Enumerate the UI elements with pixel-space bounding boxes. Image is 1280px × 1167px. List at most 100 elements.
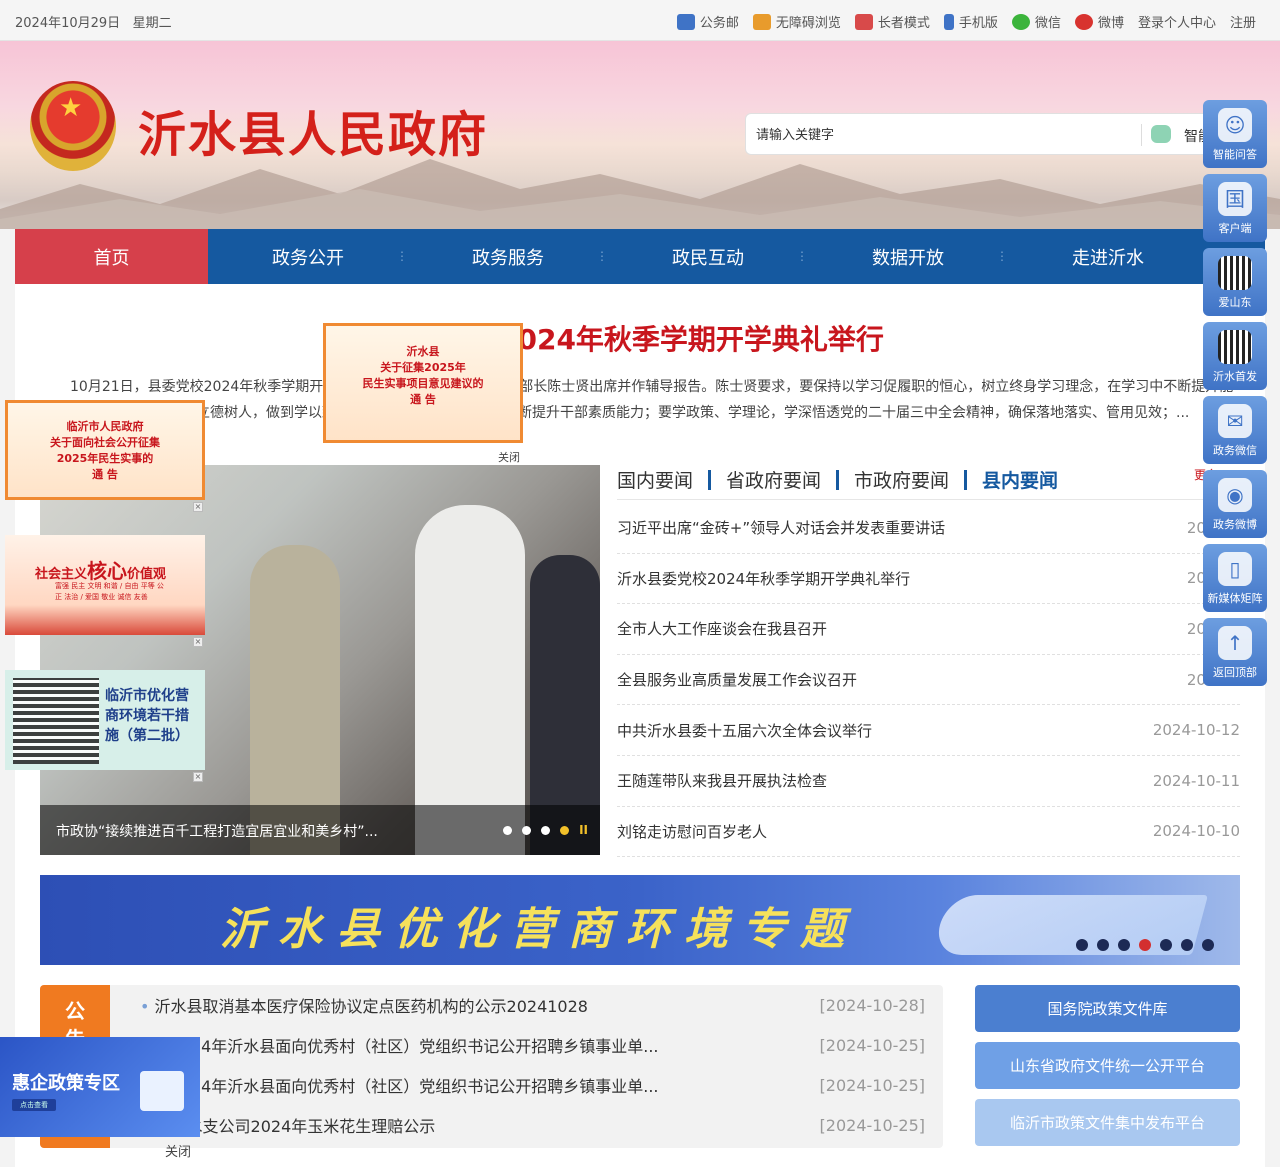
top-links: 公务邮 无障碍浏览 长者模式 手机版 微信 微博 登录个人中心 注册 [676, 12, 1256, 31]
popup-line: 关于征集2025年 [380, 361, 466, 374]
tab-national-news[interactable]: 国内要闻 [617, 466, 693, 493]
news-item[interactable]: 刘铭走访慰问百岁老人 2024-10-10 [617, 807, 1240, 858]
weibo-icon: ◉ [1218, 478, 1252, 512]
values-text-a: 社会主义 [35, 567, 88, 582]
news-title: 沂水县委党校2024年秋季学期开学典礼举行 [617, 569, 911, 588]
popup-enterprise-policy[interactable]: 惠企政策专区 点击查看 [0, 1037, 200, 1137]
banner-dot[interactable] [1139, 939, 1151, 951]
link-mobile[interactable]: 手机版 [943, 12, 998, 31]
close-icon[interactable]: × [193, 637, 203, 647]
site-title[interactable]: 沂水县人民政府 [138, 95, 488, 165]
banner-dot[interactable] [1118, 939, 1130, 951]
sidebar-new-media[interactable]: ▯ 新媒体矩阵 [1203, 544, 1267, 612]
national-emblem-icon[interactable] [30, 81, 116, 171]
popup-county-notice[interactable]: 沂水县 关于征集2025年 民生实事项目意见建议的 通 告 [323, 323, 523, 443]
register-link[interactable]: 注册 [1230, 12, 1256, 31]
popup-line: 沂水县 [406, 345, 440, 358]
shandong-policy-link[interactable]: 山东省政府文件统一公开平台 [975, 1042, 1240, 1089]
sidebar-ishandong[interactable]: 爱山东 [1203, 248, 1267, 316]
slider-dot[interactable] [522, 825, 532, 835]
close-icon[interactable]: × [193, 772, 203, 782]
news-item[interactable]: 全县服务业高质量发展工作会议召开2024-1 [617, 655, 1240, 706]
popup-core-values[interactable]: 社会主义核心价值观 富强 民主 文明 和谐 / 自由 平等 公正 法治 / 爱国… [5, 535, 205, 635]
sidebar-smart-qa[interactable]: ☺ 智能问答 [1203, 100, 1267, 168]
linyi-policy-link[interactable]: 临沂市政策文件集中发布平台 [975, 1099, 1240, 1146]
tab-divider [836, 469, 840, 490]
banner-dot[interactable] [1181, 939, 1193, 951]
news-item[interactable]: 王随莲带队来我县开展执法检查 2024-10-11 [617, 756, 1240, 807]
popup-close-button[interactable]: 关闭 [498, 449, 520, 465]
popup-city-notice[interactable]: 临沂市人民政府 关于面向社会公开征集 2025年民生实事的 通 告 [5, 400, 205, 500]
news-item[interactable]: 沂水县委党校2024年秋季学期开学典礼举行2024-1 [617, 554, 1240, 605]
link-weibo[interactable]: 微博 [1074, 12, 1124, 31]
back-to-top-button[interactable]: ↑ 返回顶部 [1203, 618, 1267, 686]
close-icon[interactable]: × [193, 502, 203, 512]
slider-dot[interactable] [560, 825, 570, 835]
news-date: 2024-10-10 [1152, 822, 1240, 841]
tab-city-news[interactable]: 市政府要闻 [854, 466, 949, 493]
popup-line: 2025年民生实事的 [56, 452, 154, 465]
notice-item[interactable]: 沂水县取消基本医疗保险协议定点医药机构的公示20241028 [2024-10-2… [140, 985, 925, 1025]
tab-provincial-news[interactable]: 省政府要闻 [726, 466, 821, 493]
nav-home[interactable]: 首页 [15, 229, 208, 284]
banner-dot[interactable] [1202, 939, 1214, 951]
slider-caption[interactable]: 市政协“接续推进百千工程打造宜居宜业和美乡村”... [56, 821, 378, 841]
link-mail[interactable]: 公务邮 [676, 12, 739, 31]
nav-about[interactable]: 走进沂水 [1008, 229, 1208, 284]
search-divider [1141, 124, 1142, 146]
notice-date: [2024-10-25] [819, 1075, 925, 1095]
banner-dot[interactable] [1097, 939, 1109, 951]
notice-list: 沂水县取消基本医疗保险协议定点医药机构的公示20241028 [2024-10-2… [140, 985, 925, 1145]
login-link[interactable]: 登录个人中心 [1138, 12, 1216, 31]
popup-text: 沂水县 关于征集2025年 民生实事项目意见建议的 通 告 [326, 326, 520, 408]
popup-line: 通 告 [92, 468, 118, 481]
arrow-up-icon: ↑ [1218, 626, 1252, 660]
notice-item[interactable]: 布2024年沂水县面向优秀村（社区）党组织书记公开招聘乡镇事业单... [2024… [140, 1025, 925, 1065]
nav-label: 走进沂水 [1072, 247, 1144, 269]
sidebar-gov-wechat[interactable]: ✉ 政务微信 [1203, 396, 1267, 464]
pause-icon[interactable]: II [579, 823, 588, 837]
state-council-policy-link[interactable]: 国务院政策文件库 [975, 985, 1240, 1032]
popup-close-button[interactable]: 关闭 [165, 1141, 191, 1160]
robot-icon[interactable] [1151, 125, 1171, 143]
policy-ad-button[interactable]: 点击查看 [12, 1099, 56, 1111]
nav-label: 政务公开 [272, 247, 344, 269]
slider-dot[interactable] [503, 825, 513, 835]
news-title: 全县服务业高质量发展工作会议召开 [617, 671, 858, 690]
business-env-banner[interactable]: 沂水县优化营商环境专题 [40, 875, 1240, 965]
banner-dot[interactable] [1076, 939, 1088, 951]
tab-divider [964, 469, 968, 490]
photo-slider[interactable]: 市政协“接续推进百千工程打造宜居宜业和美乡村”... II [40, 465, 600, 855]
popup-line: 民生实事项目意见建议的 [362, 377, 484, 390]
slider-dot[interactable] [541, 825, 551, 835]
nav-open-data[interactable]: 数据开放 ⋮ [808, 229, 1008, 284]
nav-gov-services[interactable]: 政务服务 ⋮ [408, 229, 608, 284]
popup-business-measures[interactable]: 临沂市优化营商环境若干措施（第二批） [5, 670, 205, 770]
link-elder-mode[interactable]: 长者模式 [854, 12, 930, 31]
sidebar-gov-weibo[interactable]: ◉ 政务微博 [1203, 470, 1267, 538]
nav-interaction[interactable]: 政民互动 ⋮ [608, 229, 808, 284]
headline-summary: 10月21日，县委党校2024年秋季学期开学典礼举行。县委常委、组织部部长陈士贤… [70, 379, 1234, 421]
notice-item[interactable]: 险沂水支公司2024年玉米花生理赔公示[2024-10-25] [140, 1105, 925, 1145]
news-item[interactable]: 习近平出席“金砖+”领导人对话会并发表重要讲话2024-1 [617, 503, 1240, 554]
popup-line: 临沂市人民政府 [66, 420, 144, 433]
nav-gov-affairs[interactable]: 政务公开 ⋮ [208, 229, 408, 284]
search-input[interactable] [756, 124, 1136, 146]
banner-dot[interactable] [1160, 939, 1172, 951]
link-label: 手机版 [958, 16, 998, 31]
link-label: 微博 [1097, 16, 1124, 31]
date-display: 2024年10月29日 星期二 [15, 12, 172, 31]
notice-item[interactable]: 布2024年沂水县面向优秀村（社区）党组织书记公开招聘乡镇事业单... [2024… [140, 1065, 925, 1105]
news-item[interactable]: 中共沂水县委十五届六次全体会议举行 2024-10-12 [617, 705, 1240, 756]
weibo-icon [1074, 13, 1093, 30]
link-label: 长者模式 [877, 16, 930, 31]
link-accessibility[interactable]: 无障碍浏览 [752, 12, 841, 31]
link-label: 公务邮 [699, 16, 739, 31]
tab-county-news[interactable]: 县内要闻 [982, 466, 1058, 493]
sidebar-client-app[interactable]: 国客户端 [1203, 174, 1267, 242]
sidebar-yishui-release[interactable]: 沂水首发 [1203, 322, 1267, 390]
weekday-text: 星期二 [132, 16, 172, 31]
sidebar-label: 沂水首发 [1213, 370, 1257, 383]
news-item[interactable]: 全市人大工作座谈会在我县召开2024-1 [617, 604, 1240, 655]
link-wechat[interactable]: 微信 [1011, 12, 1061, 31]
